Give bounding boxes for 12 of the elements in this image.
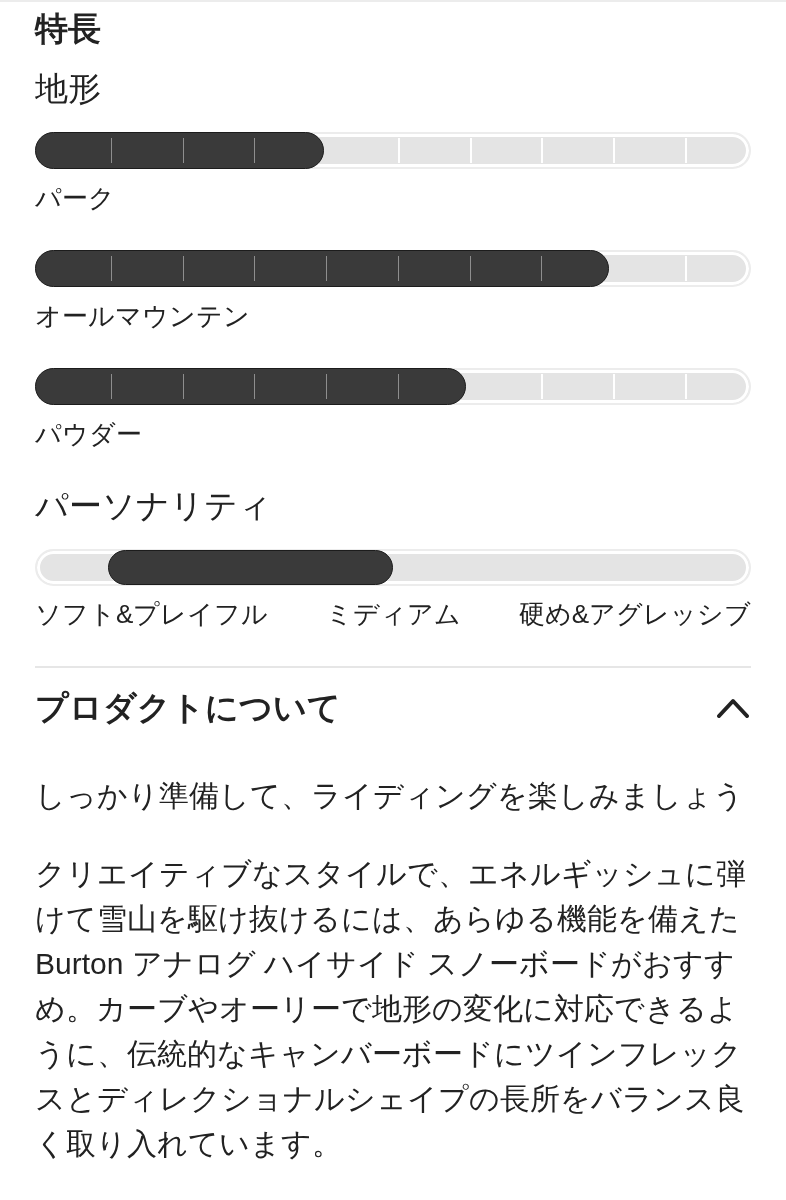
accordion-toggle[interactable]: プロダクトについて [35, 668, 751, 749]
scale-label: ミディアム [326, 598, 461, 631]
meter-label: パウダー [35, 418, 143, 451]
section-title: 特長 [35, 9, 102, 49]
paragraph-text: しっかり準備して、ライディングを楽しみましょう [35, 778, 745, 814]
scale-label: ソフト&プレイフル [35, 598, 269, 631]
meter-label: オールマウンテン [35, 300, 251, 333]
group-title: パーソナリティ [35, 486, 273, 526]
paragraph-text: クリエイティブなスタイルで、エネルギッシュに弾けて雪山を駆け抜けるには、あらゆる機能を備えたBurton アナログ ハイサイド スノーボードがおすすめ。カーブやオーリーで地形の変化に対応できるように、伝統的なキャンバーボードにツインフレックスとディレクショナルシェイプの長所をバランス良く取り入れています。 [35, 856, 747, 1162]
scale-label: 硬め&アグレッシブ [518, 598, 751, 631]
meter-label: パーク [35, 182, 116, 215]
group-title: 地形 [35, 69, 102, 109]
